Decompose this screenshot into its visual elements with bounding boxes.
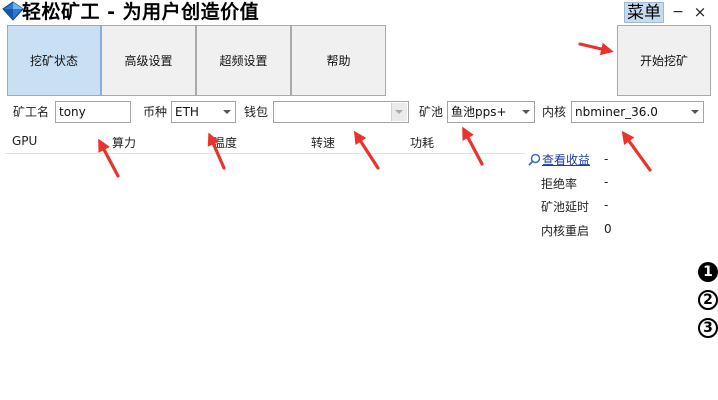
close-button[interactable]: ×	[692, 2, 708, 22]
kernel-restart-value: 0	[604, 222, 612, 236]
start-mining-label: 开始挖矿	[639, 54, 688, 68]
col-power[interactable]: 功耗	[410, 134, 434, 151]
arrow-kernel	[621, 130, 652, 172]
kernel-restart-label: 内核重启	[541, 224, 590, 238]
col-gpu[interactable]: GPU	[12, 134, 37, 148]
col-fan-speed[interactable]: 转速	[311, 134, 335, 151]
title-bar: 轻松矿工 - 为用户创造价值 菜单 − ×	[0, 0, 718, 24]
wallet-dropdown-button[interactable]	[391, 103, 407, 121]
app-logo-icon	[2, 1, 24, 21]
tab-overclock-settings-label: 超频设置	[219, 54, 268, 68]
coin-select[interactable]: ETH	[171, 101, 236, 123]
pool-select[interactable]: 鱼池pps+	[447, 101, 535, 123]
step-marker-1: 1	[698, 262, 718, 282]
reject-rate-value: -	[604, 175, 609, 189]
worker-name-input[interactable]: tony	[55, 101, 131, 123]
wallet-select[interactable]	[273, 101, 409, 123]
col-hashrate[interactable]: 算力	[112, 134, 136, 151]
pool-latency-label: 矿池延时	[541, 200, 590, 214]
gpu-table-header: GPU 算力 温度 转速 功耗	[5, 131, 525, 153]
worker-name-label: 矿工名	[13, 105, 50, 119]
gpu-table-divider	[5, 153, 525, 154]
wallet-label: 钱包	[244, 105, 269, 119]
tab-advanced-settings[interactable]: 高级设置	[101, 25, 196, 96]
tab-advanced-settings-label: 高级设置	[124, 54, 173, 68]
arrow-start	[578, 42, 614, 56]
start-mining-button[interactable]: 开始挖矿	[617, 25, 711, 96]
pool-label: 矿池	[419, 105, 444, 119]
tab-overclock-settings[interactable]: 超频设置	[196, 25, 291, 96]
tab-help-label: 帮助	[326, 54, 351, 68]
minimize-button[interactable]: −	[670, 2, 686, 22]
tab-mining-status[interactable]: 挖矿状态	[7, 25, 101, 96]
view-earnings-link[interactable]: 查看收益	[528, 151, 590, 168]
kernel-value: nbminer_36.0	[575, 105, 658, 119]
kernel-select[interactable]: nbminer_36.0	[571, 101, 704, 123]
kernel-dropdown-icon	[691, 110, 699, 114]
worker-name-value: tony	[59, 105, 86, 119]
search-icon	[528, 153, 541, 166]
coin-label: 币种	[143, 105, 168, 119]
pool-dropdown-icon	[522, 110, 530, 114]
wallet-dropdown-icon	[395, 110, 403, 114]
step-marker-2: 2	[698, 290, 718, 310]
earnings-value: -	[604, 152, 609, 166]
step-marker-3: 3	[698, 318, 718, 338]
app-title: 轻松矿工 - 为用户创造价值	[22, 1, 260, 23]
coin-dropdown-icon	[223, 110, 231, 114]
kernel-label: 内核	[542, 105, 567, 119]
pool-value: 鱼池pps+	[451, 105, 507, 119]
tab-mining-status-label: 挖矿状态	[29, 54, 78, 68]
tab-help[interactable]: 帮助	[291, 25, 386, 96]
pool-latency-value: -	[604, 198, 609, 212]
coin-value: ETH	[175, 105, 199, 119]
col-temperature[interactable]: 温度	[213, 134, 237, 151]
menu-button[interactable]: 菜单	[624, 2, 664, 23]
reject-rate-label: 拒绝率	[541, 177, 578, 191]
view-earnings-label: 查看收益	[542, 153, 591, 167]
